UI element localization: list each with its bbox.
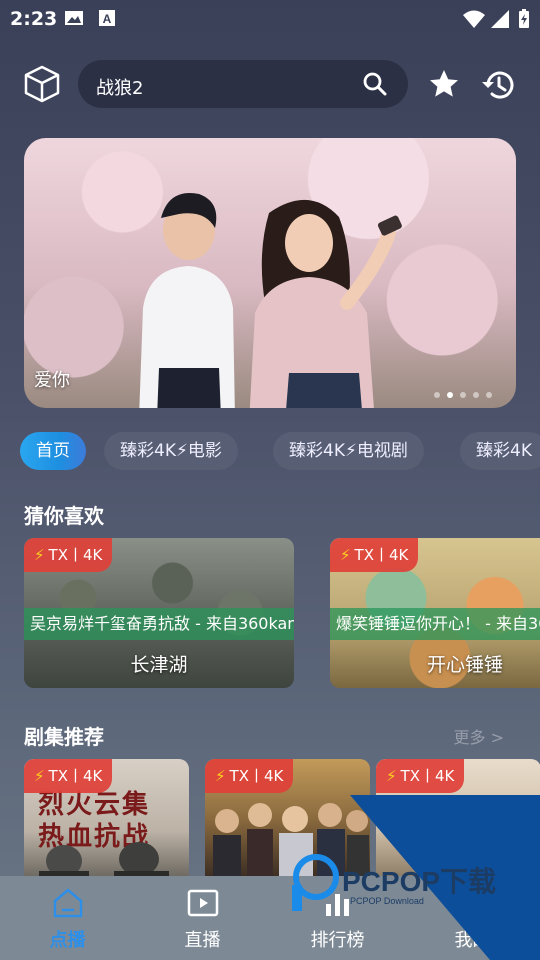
- quality-badge: ⚡ TX丨4K: [24, 538, 113, 572]
- pagination-dot[interactable]: [473, 392, 479, 398]
- guess-card-1[interactable]: ⚡ TX丨4K 吴京易烊千玺奋勇抗敌 - 来自360kan 长津湖: [24, 538, 294, 688]
- cube-icon[interactable]: [22, 64, 62, 104]
- bolt-icon: ⚡: [386, 767, 397, 785]
- a-notification-icon: A: [99, 10, 115, 26]
- banner-title: 爱你: [34, 370, 70, 391]
- battery-icon: [519, 9, 529, 28]
- quality-badge: ⚡ TX丨4K: [376, 759, 465, 793]
- signal-icon: [491, 10, 509, 28]
- badge-text: TX丨4K: [229, 767, 284, 785]
- svg-text:A: A: [103, 12, 112, 26]
- star-icon[interactable]: [428, 68, 460, 100]
- badge-text: TX丨4K: [48, 767, 103, 785]
- pagination-dot[interactable]: [460, 392, 466, 398]
- nav-vod[interactable]: 点播: [0, 876, 135, 960]
- guess-section-title: 猜你喜欢: [24, 504, 104, 528]
- pagination-dot[interactable]: [486, 392, 492, 398]
- card-title: 开心锤锤: [426, 654, 503, 676]
- hero-banner[interactable]: 爱你: [24, 138, 516, 408]
- history-icon[interactable]: [480, 68, 516, 102]
- quality-badge: ⚡ TX丨4K: [24, 759, 113, 793]
- search-box[interactable]: 战狼2: [78, 60, 408, 108]
- home-icon: [53, 888, 82, 918]
- series-card-1[interactable]: 烈火云集 热血抗战 ⚡ TX丨4K: [24, 759, 189, 879]
- gallery-notification-icon: [65, 11, 83, 25]
- bolt-icon: ⚡: [34, 767, 45, 785]
- nav-label: 点播: [49, 930, 86, 951]
- live-play-icon: [187, 889, 218, 917]
- tab-4k-movie[interactable]: 臻彩4K⚡电影: [104, 432, 238, 470]
- top-bar: 战狼2: [0, 56, 540, 112]
- series-more-link[interactable]: 更多 >: [454, 724, 505, 748]
- tab-4k-more[interactable]: 臻彩4K: [460, 432, 540, 470]
- banner-person-left: [139, 193, 235, 408]
- status-bar: 2:23 A: [0, 0, 540, 38]
- search-icon[interactable]: [362, 71, 388, 97]
- banner-person-right: [249, 199, 402, 408]
- card-title: 长津湖: [130, 654, 188, 676]
- quality-badge: ⚡ TX丨4K: [205, 759, 294, 793]
- series-section-title: 剧集推荐: [24, 725, 104, 749]
- pagination-dot-active[interactable]: [447, 392, 453, 398]
- nav-label: 直播: [184, 930, 221, 951]
- bolt-icon: ⚡: [340, 546, 351, 564]
- wifi-icon: [463, 10, 485, 28]
- card-description: 爆笑锤锤逗你开心！ - 来自360kan: [330, 608, 540, 640]
- bolt-icon: ⚡: [34, 546, 45, 564]
- guess-card-2[interactable]: ⚡TX丨4K 爆笑锤锤逗你开心！ - 来自360kan 开心锤锤: [330, 538, 540, 688]
- watermark-brand: PCPOP下载: [342, 866, 496, 897]
- pcpop-watermark: PCPOP下载 PCPOP Download: [292, 795, 540, 960]
- tab-home[interactable]: 首页: [20, 432, 86, 470]
- banner-pagination: [434, 392, 492, 398]
- watermark-sub: PCPOP Download: [350, 896, 424, 906]
- nav-live[interactable]: 直播: [135, 876, 270, 960]
- quality-badge: ⚡ TX丨4K: [330, 538, 419, 572]
- tab-4k-tv[interactable]: 臻彩4K⚡电视剧: [273, 432, 424, 470]
- badge-text: TX丨4K: [400, 767, 455, 785]
- status-time: 2:23: [10, 8, 58, 30]
- bolt-icon: ⚡: [215, 767, 226, 785]
- badge-text: TX丨4K: [48, 546, 103, 564]
- card-description: 吴京易烊千玺奋勇抗敌 - 来自360kan: [24, 608, 294, 640]
- category-tabs: 首页 臻彩4K⚡电影 臻彩4K⚡电视剧 臻彩4K: [20, 432, 540, 472]
- search-query[interactable]: 战狼2: [96, 74, 143, 100]
- badge-text: TX丨4K: [354, 546, 409, 564]
- poster-soldiers: [39, 842, 169, 879]
- pagination-dot[interactable]: [434, 392, 440, 398]
